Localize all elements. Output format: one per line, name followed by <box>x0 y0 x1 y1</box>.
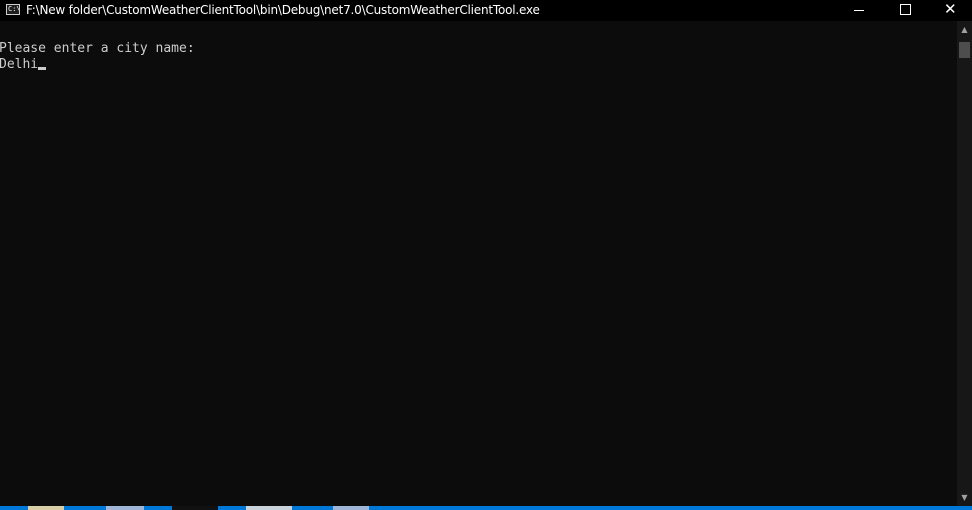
scroll-down-arrow-icon[interactable]: ▼ <box>957 489 972 506</box>
close-button[interactable]: ✕ <box>928 0 972 21</box>
maximize-button[interactable] <box>882 0 928 21</box>
taskbar[interactable] <box>0 506 972 510</box>
maximize-icon <box>900 4 911 15</box>
text-cursor <box>38 67 47 70</box>
scrollbar-thumb[interactable] <box>959 42 970 58</box>
close-icon: ✕ <box>944 0 957 18</box>
taskbar-item[interactable] <box>28 506 64 510</box>
vertical-scrollbar[interactable]: ▲ ▼ <box>957 21 972 506</box>
minimize-button[interactable] <box>836 0 882 21</box>
console-app-icon[interactable]: C:\ <box>6 4 20 15</box>
typed-input[interactable]: Delhi <box>0 57 38 72</box>
minimize-icon <box>854 10 864 11</box>
taskbar-item[interactable] <box>246 506 292 510</box>
taskbar-item[interactable] <box>333 506 369 510</box>
prompt-line: Please enter a city name: <box>0 41 195 56</box>
console-output[interactable]: Please enter a city name: Delhi <box>0 21 957 506</box>
title-bar[interactable]: C:\ F:\New folder\CustomWeatherClientToo… <box>0 0 972 21</box>
window-title: F:\New folder\CustomWeatherClientTool\bi… <box>26 3 540 17</box>
taskbar-item[interactable] <box>172 506 218 510</box>
console-window: C:\ F:\New folder\CustomWeatherClientToo… <box>0 0 972 506</box>
scroll-up-arrow-icon[interactable]: ▲ <box>957 21 972 38</box>
taskbar-item[interactable] <box>106 506 144 510</box>
input-line[interactable]: Delhi <box>0 57 47 73</box>
